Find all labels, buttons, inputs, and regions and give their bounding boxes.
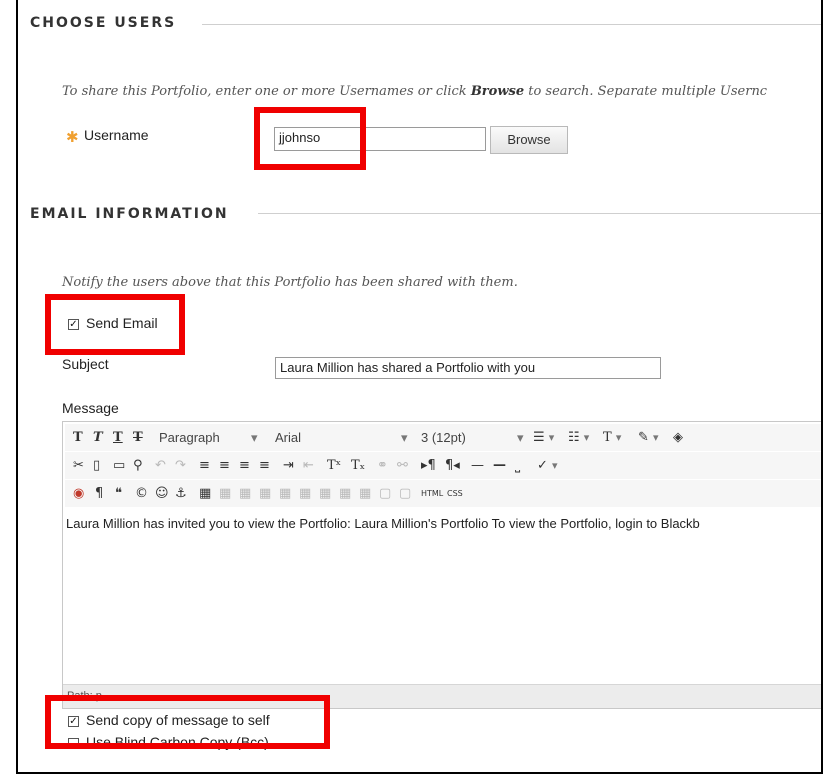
highlight-username	[254, 107, 366, 170]
unlink-icon[interactable]: ⚯	[397, 455, 408, 476]
message-body[interactable]: Laura Million has invited you to view th…	[66, 516, 821, 531]
chevron-down-icon: ▾	[251, 430, 258, 445]
highlight-copy-self	[45, 695, 330, 749]
subject-label: Subject	[62, 356, 109, 372]
browse-button[interactable]: Browse	[490, 126, 568, 154]
choose-users-heading: CHOOSE USERS	[30, 15, 177, 31]
record-icon[interactable]: ◉	[73, 483, 84, 504]
share-instructions-text-end: to search. Separate multiple Usernc	[524, 84, 768, 99]
font-size-dropdown-label: 3 (12pt)	[421, 430, 466, 445]
ltr-icon[interactable]: ▸¶	[421, 455, 436, 476]
message-label: Message	[62, 400, 119, 416]
paragraph-dropdown-label: Paragraph	[159, 430, 220, 445]
insert-col-after-icon[interactable]: ▦	[339, 483, 351, 504]
indent-icon[interactable]: ⇥	[283, 455, 294, 476]
numbered-list-icon[interactable]: ☷ ▾	[568, 427, 589, 448]
nonbreaking-space-icon[interactable]: ⎵	[515, 455, 520, 476]
redo-icon[interactable]: ↷	[175, 455, 186, 476]
table-icon[interactable]: ▦	[199, 483, 211, 504]
editor-toolbar-row-3: ◉ ¶ ❝ © ☺ ⚓ ▦ ▦ ▦ ▦ ▦ ▦ ▦ ▦ ▦ ▢ ▢ HTML C…	[65, 480, 821, 507]
align-left-icon[interactable]: ≡	[199, 455, 210, 476]
spellcheck-icon[interactable]: ✓ ▾	[537, 455, 558, 476]
link-icon[interactable]: ⚭	[377, 455, 388, 476]
chevron-down-icon: ▾	[517, 430, 524, 445]
italic-icon[interactable]: T	[93, 427, 103, 448]
highlight-send-email	[45, 294, 185, 355]
bullet-list-icon[interactable]: ☰ ▾	[533, 427, 554, 448]
required-star-icon: ✱	[66, 128, 79, 146]
emoticon-icon[interactable]: ☺	[155, 483, 169, 504]
font-family-dropdown-label: Arial	[275, 430, 302, 445]
split-cells-icon[interactable]: ▢	[379, 483, 391, 504]
subscript-icon[interactable]: Tₓ	[351, 455, 365, 476]
subject-input[interactable]: Laura Million has shared a Portfolio wit…	[275, 357, 661, 379]
horizontal-rule-icon[interactable]: —	[471, 455, 484, 476]
insert-row-after-icon[interactable]: ▦	[279, 483, 291, 504]
username-label: Username	[84, 127, 149, 143]
find-icon[interactable]: ⚲	[133, 455, 143, 476]
blockquote-icon[interactable]: ❝	[115, 483, 122, 504]
bold-icon[interactable]: T	[73, 427, 83, 448]
email-info-divider	[258, 213, 821, 214]
notify-text: Notify the users above that this Portfol…	[62, 275, 518, 290]
align-center-icon[interactable]: ≡	[219, 455, 230, 476]
html-source-button[interactable]: HTML	[421, 483, 443, 504]
message-editor: T T T T Paragraph ▾ Arial ▾ 3 (12pt) ▾ ☰…	[62, 421, 821, 709]
text-color-icon[interactable]: T ▾	[603, 427, 621, 448]
choose-users-divider	[202, 24, 821, 25]
css-button[interactable]: CSS	[447, 483, 463, 504]
rtl-icon[interactable]: ¶◂	[445, 455, 460, 476]
underline-icon[interactable]: T	[113, 427, 123, 448]
editor-toolbar-row-2: ✂ ▯ ▭ ⚲ ↶ ↷ ≡ ≡ ≡ ≡ ⇥ ⇤ Tˣ Tₓ ⚭ ⚯ ▸¶ ¶◂ …	[65, 452, 821, 479]
cut-icon[interactable]: ✂	[73, 455, 84, 476]
paste-icon[interactable]: ▭	[113, 455, 125, 476]
copy-icon[interactable]: ▯	[93, 455, 100, 476]
undo-icon[interactable]: ↶	[155, 455, 166, 476]
insert-col-before-icon[interactable]: ▦	[319, 483, 331, 504]
delete-col-icon[interactable]: ▦	[359, 483, 371, 504]
table-cell-props-icon[interactable]: ▦	[239, 483, 251, 504]
share-instructions-browse: Browse	[470, 84, 525, 99]
eraser-icon[interactable]: ◈	[673, 427, 683, 448]
outdent-icon[interactable]: ⇤	[303, 455, 314, 476]
anchor-icon[interactable]: ⚓	[175, 483, 187, 504]
strikethrough-icon[interactable]: T	[133, 427, 143, 448]
font-family-dropdown[interactable]: Arial ▾	[271, 427, 411, 448]
font-size-dropdown[interactable]: 3 (12pt) ▾	[417, 427, 527, 448]
editor-toolbar-row-1: T T T T Paragraph ▾ Arial ▾ 3 (12pt) ▾ ☰…	[65, 424, 821, 451]
share-instructions-text: To share this Portfolio, enter one or mo…	[62, 84, 471, 99]
align-right-icon[interactable]: ≡	[239, 455, 250, 476]
chevron-down-icon: ▾	[401, 430, 408, 445]
show-blocks-icon[interactable]: ¶	[95, 483, 103, 504]
paragraph-dropdown[interactable]: Paragraph ▾	[155, 427, 265, 448]
highlight-pen-icon[interactable]: ✎ ▾	[638, 427, 659, 448]
dialog-frame: CHOOSE USERS To share this Portfolio, en…	[16, 0, 823, 774]
table-row-props-icon[interactable]: ▦	[219, 483, 231, 504]
copyright-icon[interactable]: ©	[135, 483, 148, 504]
justify-icon[interactable]: ≡	[259, 455, 270, 476]
superscript-icon[interactable]: Tˣ	[327, 455, 341, 476]
delete-row-icon[interactable]: ▦	[299, 483, 311, 504]
insert-row-before-icon[interactable]: ▦	[259, 483, 271, 504]
share-instructions: To share this Portfolio, enter one or mo…	[62, 84, 767, 99]
hr-bold-icon[interactable]: —	[493, 455, 506, 476]
email-info-heading: EMAIL INFORMATION	[30, 206, 229, 222]
merge-cells-icon[interactable]: ▢	[399, 483, 411, 504]
